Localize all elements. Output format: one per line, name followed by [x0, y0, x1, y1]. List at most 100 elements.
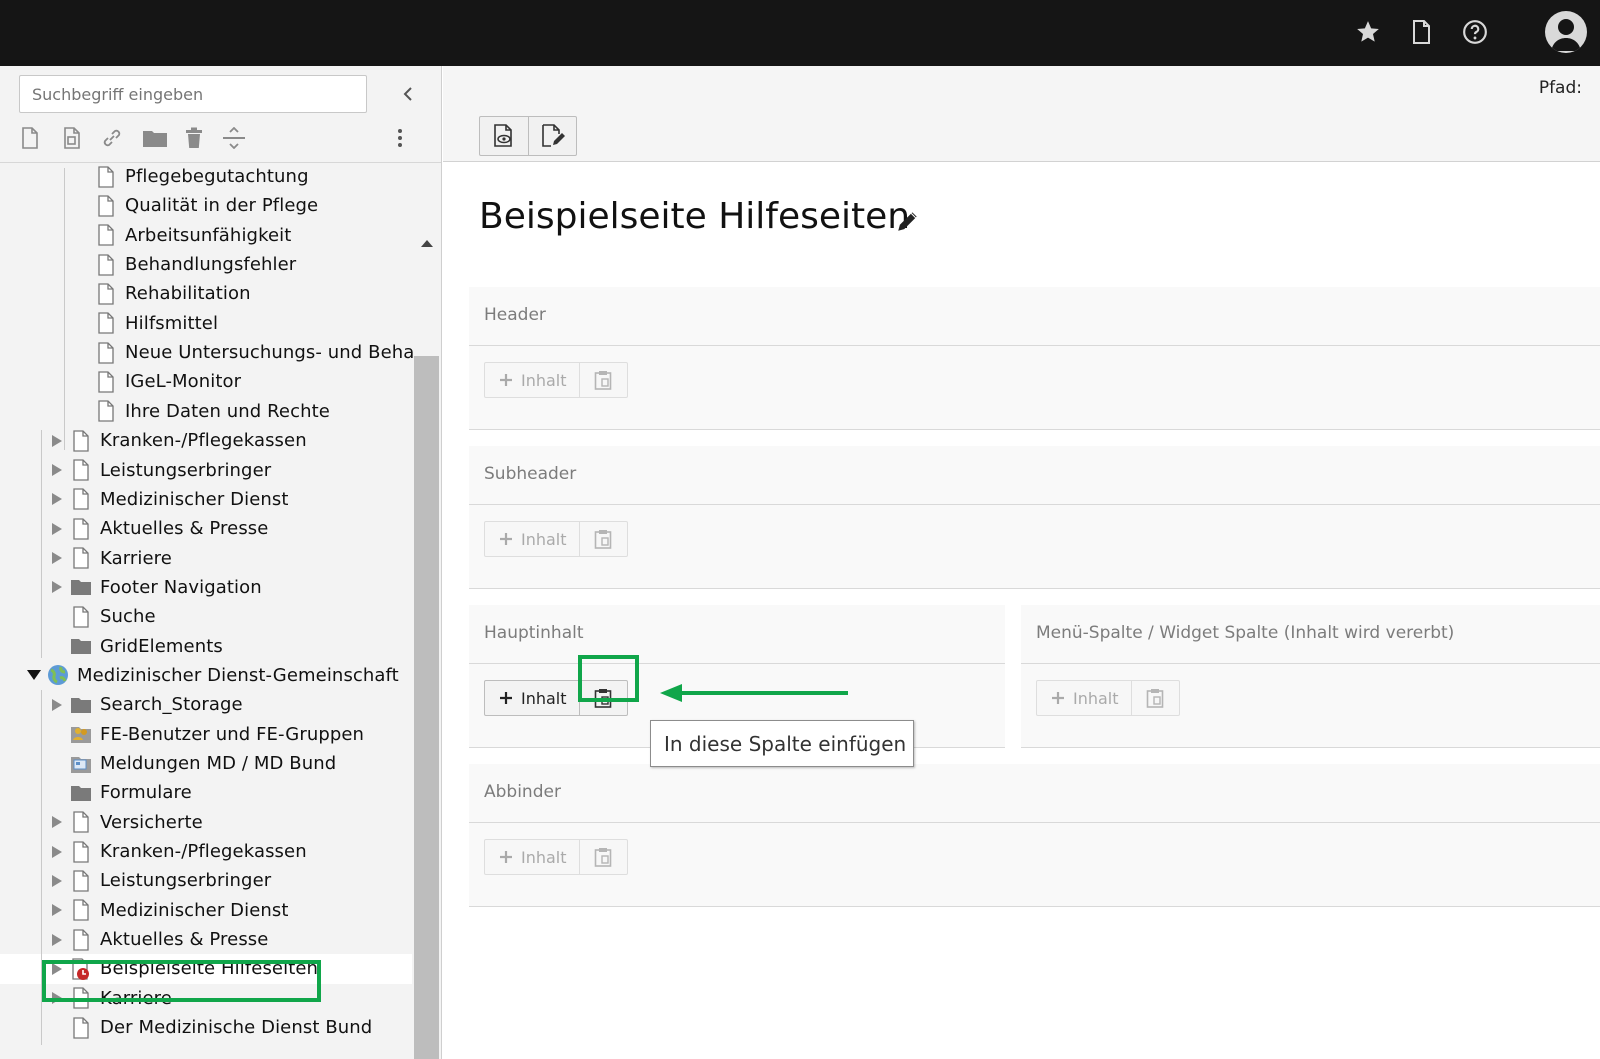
tree-scrollbar-thumb[interactable] — [414, 356, 439, 1059]
page-icon — [70, 1016, 92, 1039]
paste-into-column-button[interactable] — [578, 840, 627, 874]
more-icon[interactable] — [386, 124, 414, 152]
tree-node[interactable]: Neue Untersuchungs- und Beha — [95, 338, 414, 367]
column-title: Header — [484, 305, 546, 325]
add-content-label: Inhalt — [521, 529, 567, 549]
tree-node[interactable]: Leistungserbringer — [48, 456, 271, 485]
tree-node[interactable]: Footer Navigation — [48, 573, 262, 602]
tree-node[interactable]: Meldungen MD / MD Bund — [70, 749, 336, 778]
separator-icon[interactable] — [220, 124, 248, 152]
clipboard-icon — [594, 371, 612, 390]
add-content-button[interactable]: Inhalt — [485, 363, 579, 397]
expand-arrow-icon[interactable] — [48, 696, 66, 714]
clipboard-icon — [594, 689, 612, 708]
expand-arrow-icon[interactable] — [48, 490, 66, 508]
column-divider — [469, 906, 1600, 907]
green-arrow-icon — [660, 684, 848, 702]
page-icon — [70, 429, 92, 452]
tree-node[interactable]: Pflegebegutachtung — [95, 162, 309, 191]
page-icon — [95, 283, 117, 305]
tree-node-label: Medizinischer Dienst-Gemeinschaft — [77, 664, 399, 686]
view-page-icon[interactable] — [480, 117, 528, 155]
paste-into-column-button[interactable] — [1130, 681, 1179, 715]
tree-node[interactable]: Leistungserbringer — [48, 866, 271, 895]
expand-arrow-icon[interactable] — [48, 872, 66, 890]
tree-node[interactable]: Aktuelles & Presse — [48, 514, 268, 543]
help-icon[interactable] — [1457, 14, 1493, 50]
page-icon — [95, 341, 117, 364]
add-content-label: Inhalt — [521, 370, 567, 390]
tree-node[interactable]: Medizinischer Dienst — [48, 485, 289, 514]
tree-guide-line — [41, 430, 42, 658]
tree-node[interactable]: Kranken-/Pflegekassen — [48, 837, 307, 866]
tree-node[interactable]: Versicherte — [48, 808, 203, 837]
add-content-button[interactable]: Inhalt — [1037, 681, 1131, 715]
expand-arrow-icon[interactable] — [48, 578, 66, 596]
tree-node[interactable]: Behandlungsfehler — [95, 250, 296, 279]
paste-into-column-button[interactable] — [578, 522, 627, 556]
tree-node[interactable]: Suche — [70, 602, 156, 631]
add-content-button[interactable]: Inhalt — [485, 522, 579, 556]
column-divider — [469, 588, 1600, 589]
link-icon[interactable] — [98, 124, 126, 152]
tree-node[interactable]: Arbeitsunfähigkeit — [95, 221, 291, 250]
folder-icon[interactable] — [138, 124, 172, 152]
expand-arrow-icon[interactable] — [48, 843, 66, 861]
expand-arrow-icon[interactable] — [48, 549, 66, 567]
collapse-tree-icon[interactable] — [396, 82, 420, 106]
tree-node[interactable]: Ihre Daten und Rechte — [95, 397, 330, 426]
expand-arrow-icon[interactable] — [48, 520, 66, 538]
new-page-icon[interactable] — [16, 124, 44, 152]
tree-node[interactable]: Karriere — [48, 544, 172, 573]
tree-node[interactable]: Der Medizinische Dienst Bund — [70, 1013, 372, 1042]
expand-arrow-icon[interactable] — [48, 901, 66, 919]
plus-icon — [500, 374, 512, 386]
tree-node-label: Search_Storage — [100, 694, 243, 716]
add-content-button[interactable]: Inhalt — [485, 681, 579, 715]
expand-arrow-icon[interactable] — [48, 432, 66, 450]
add-content-button[interactable]: Inhalt — [485, 840, 579, 874]
tree-node[interactable]: IGeL-Monitor — [95, 367, 241, 396]
edit-page-properties-icon[interactable] — [528, 117, 576, 155]
tree-node[interactable]: Qualität in der Pflege — [95, 191, 318, 220]
expand-arrow-icon[interactable] — [48, 931, 66, 949]
tree-node[interactable]: Kranken-/Pflegekassen — [48, 426, 307, 455]
tree-node[interactable]: Search_Storage — [48, 690, 243, 719]
trash-icon[interactable] — [180, 124, 208, 152]
tree-node[interactable]: Medizinischer Dienst-Gemeinschaft — [25, 661, 399, 690]
tree-node[interactable]: Aktuelles & Presse — [48, 925, 268, 954]
expand-arrow-icon[interactable] — [48, 960, 66, 978]
paste-into-column-button[interactable] — [578, 681, 627, 715]
paste-into-column-button[interactable] — [578, 363, 627, 397]
tree-node-label: GridElements — [100, 635, 223, 657]
tree-node-label: Leistungserbringer — [100, 459, 272, 481]
plus-icon — [500, 692, 512, 704]
tree-node[interactable]: Formulare — [70, 778, 192, 807]
edit-title-icon[interactable] — [895, 208, 921, 234]
star-icon[interactable] — [1350, 14, 1386, 50]
tree-node[interactable]: Beispielseite Hilfeseiten — [48, 954, 318, 983]
tree-node-label: Meldungen MD / MD Bund — [100, 753, 337, 774]
new-page-from-template-icon[interactable] — [58, 124, 86, 152]
tree-node[interactable]: GridElements — [70, 632, 223, 661]
tree-node-label: Medizinischer Dienst — [100, 488, 289, 510]
scroll-up-icon[interactable] — [419, 236, 435, 250]
tree-node-label: Kranken-/Pflegekassen — [100, 841, 307, 863]
tree-node[interactable]: Karriere — [48, 984, 172, 1013]
tree-search-input[interactable] — [19, 75, 367, 113]
tree-node-label: Arbeitsunfähigkeit — [125, 224, 292, 246]
collapse-arrow-icon[interactable] — [25, 666, 43, 684]
user-avatar-icon[interactable] — [1545, 11, 1587, 53]
document-icon[interactable] — [1403, 14, 1439, 50]
expand-arrow-icon[interactable] — [48, 813, 66, 831]
tree-node[interactable]: Hilfsmittel — [95, 309, 218, 338]
tree-node[interactable]: Medizinischer Dienst — [48, 896, 289, 925]
tree-node-label: IGeL-Monitor — [125, 371, 242, 393]
tree-node[interactable]: Rehabilitation — [95, 279, 251, 308]
expand-arrow-icon[interactable] — [48, 989, 66, 1007]
clipboard-icon — [594, 848, 612, 867]
expand-arrow-icon[interactable] — [48, 461, 66, 479]
column-button-group: Inhalt — [484, 362, 628, 398]
tree-node[interactable]: FE-Benutzer und FE-Gruppen — [70, 720, 364, 749]
column-divider — [469, 663, 1005, 664]
